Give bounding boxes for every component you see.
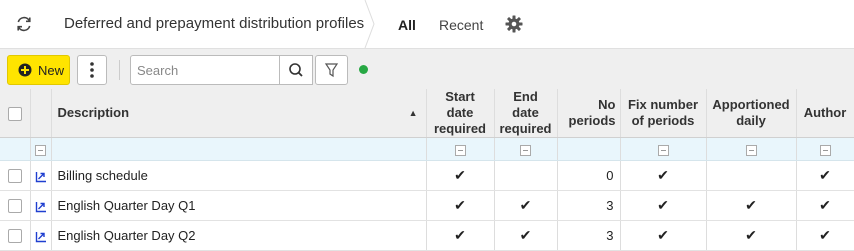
cell-end-date-required: ✔ [494, 190, 558, 221]
table-row[interactable]: English Quarter Day Q2 ✔ ✔ 3 ✔ ✔ ✔ [0, 220, 854, 251]
cell-fix-number-of-periods: ✔ [620, 160, 707, 191]
filter-cell[interactable] [796, 137, 854, 161]
search-input[interactable] [130, 55, 280, 85]
profiles-grid: Description ▲ Start date required End da… [0, 89, 854, 251]
cell-author: ✔ [796, 160, 854, 191]
cell-no-periods: 0 [557, 160, 621, 191]
row-checkbox[interactable] [7, 169, 22, 184]
header-row: Description ▲ Start date required End da… [0, 89, 854, 138]
refresh-icon[interactable] [14, 14, 34, 34]
column-header-no-periods[interactable]: No periods [557, 89, 621, 138]
more-options-button[interactable] [77, 55, 107, 85]
new-button-label: New [38, 63, 65, 78]
filter-button[interactable] [315, 55, 348, 85]
row-open-cell[interactable] [30, 220, 52, 251]
filter-toggle[interactable] [745, 144, 757, 156]
row-select-cell[interactable] [0, 160, 31, 191]
row-checkbox[interactable] [7, 199, 22, 214]
filter-cell[interactable] [426, 137, 495, 161]
column-header-author[interactable]: Author [796, 89, 854, 138]
filter-cell [0, 137, 31, 161]
cell-no-periods: 3 [557, 190, 621, 221]
open-record-icon[interactable] [35, 201, 47, 213]
cell-end-date-required [494, 160, 558, 191]
cell-author: ✔ [796, 220, 854, 251]
filter-cell-description[interactable] [51, 137, 427, 161]
cell-end-date-required: ✔ [494, 220, 558, 251]
filter-cell[interactable] [494, 137, 558, 161]
cell-fix-number-of-periods: ✔ [620, 220, 707, 251]
cell-no-periods: 3 [557, 220, 621, 251]
cell-apportioned-daily: ✔ [706, 190, 797, 221]
grid-body: Billing schedule ✔ 0 ✔ ✔ English Quarter Day … [0, 160, 854, 251]
row-select-cell[interactable] [0, 220, 31, 251]
cell-fix-number-of-periods: ✔ [620, 190, 707, 221]
filter-toggle[interactable] [520, 144, 531, 156]
cell-description: English Quarter Day Q1 [51, 190, 427, 221]
column-header-apportioned-daily[interactable]: Apportioned daily [706, 89, 797, 138]
open-record-icon[interactable] [35, 171, 47, 183]
plus-circle-icon [18, 63, 32, 77]
search-button[interactable] [279, 55, 313, 85]
tab-recent[interactable]: Recent [439, 17, 483, 33]
filter-toggle[interactable] [35, 144, 46, 156]
filter-cell[interactable] [620, 137, 707, 161]
filter-cell[interactable] [30, 137, 52, 161]
table-row[interactable]: Billing schedule ✔ 0 ✔ ✔ [0, 160, 854, 191]
cell-author: ✔ [796, 190, 854, 221]
cell-description: English Quarter Day Q2 [51, 220, 427, 251]
select-all-checkbox[interactable] [7, 106, 22, 121]
cell-apportioned-daily: ✔ [706, 220, 797, 251]
filter-row [0, 137, 854, 161]
column-header-description-label: Description [57, 105, 130, 120]
column-header-start-date-required[interactable]: Start date required [426, 89, 495, 138]
tab-all[interactable]: All [398, 17, 416, 33]
cell-start-date-required: ✔ [426, 190, 495, 221]
icon-column-header [30, 89, 52, 138]
row-select-cell[interactable] [0, 190, 31, 221]
row-open-cell[interactable] [30, 160, 52, 191]
filter-toggle[interactable] [819, 144, 831, 156]
row-open-cell[interactable] [30, 190, 52, 221]
page-title: Deferred and prepayment distribution pro… [64, 15, 365, 32]
column-header-fix-number-of-periods[interactable]: Fix number of periods [620, 89, 707, 138]
cell-description: Billing schedule [51, 160, 427, 191]
column-header-end-date-required[interactable]: End date required [494, 89, 558, 138]
header-bar: Deferred and prepayment distribution pro… [0, 0, 854, 48]
select-all-cell[interactable] [0, 89, 31, 138]
filter-cell[interactable] [557, 137, 621, 161]
status-indicator [359, 65, 368, 74]
toolbar-divider [119, 60, 120, 80]
vertical-ellipsis-icon [90, 62, 94, 78]
search-icon [289, 63, 303, 77]
row-checkbox[interactable] [7, 229, 22, 244]
gear-icon[interactable] [505, 15, 523, 33]
new-button[interactable]: New [7, 55, 70, 85]
cell-start-date-required: ✔ [426, 160, 495, 191]
cell-start-date-required: ✔ [426, 220, 495, 251]
column-header-description[interactable]: Description ▲ [51, 89, 427, 138]
filter-icon [324, 63, 339, 78]
filter-cell[interactable] [706, 137, 797, 161]
open-record-icon[interactable] [35, 231, 47, 243]
filter-toggle[interactable] [657, 144, 669, 156]
title-separator [364, 0, 375, 48]
sort-ascending-icon: ▲ [408, 108, 418, 118]
table-row[interactable]: English Quarter Day Q1 ✔ ✔ 3 ✔ ✔ ✔ [0, 190, 854, 221]
toolbar: New [0, 48, 854, 90]
filter-toggle[interactable] [454, 144, 466, 156]
cell-apportioned-daily [706, 160, 797, 191]
